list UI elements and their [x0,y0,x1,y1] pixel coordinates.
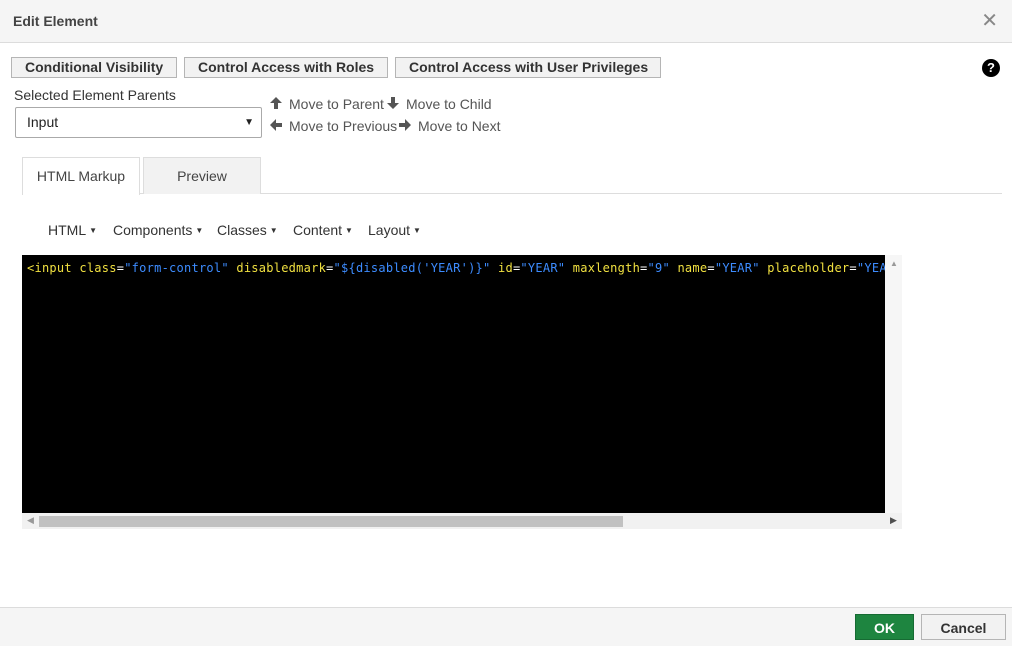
horizontal-scrollbar[interactable]: ◀ ▶ [22,513,902,529]
parent-select-value: Input [27,114,59,130]
scroll-left-icon[interactable]: ◀ [27,515,34,526]
caret-down-icon: ▼ [269,226,278,235]
code-line: <input class="form-control" disabledmark… [27,261,885,275]
code-tag: <input [27,261,72,275]
menu-layout[interactable]: Layout ▼ [368,222,421,238]
code-attr-value: "YEAR" [714,261,760,275]
menu-layout-label: Layout [368,222,411,238]
move-to-child-label: Move to Child [406,96,492,112]
code-attr-value: "9" [647,261,670,275]
code-attr-name: maxlength [572,261,641,275]
caret-down-icon: ▼ [413,226,421,235]
chevron-down-icon: ▼ [244,117,254,128]
arrow-down-icon [387,97,399,109]
ok-button[interactable]: OK [855,614,914,640]
code-attr-value: "YEAR" [520,261,566,275]
move-to-next-label: Move to Next [418,118,501,134]
menu-classes[interactable]: Classes ▼ [217,222,278,238]
move-to-parent-link[interactable]: Move to Parent [269,96,384,112]
code-attr-name: name [677,261,708,275]
code-attr-value: "YEAR" [856,261,885,275]
move-to-previous-label: Move to Previous [289,118,398,134]
menu-content[interactable]: Content ▼ [293,222,353,238]
scroll-right-icon[interactable]: ▶ [890,515,897,526]
help-icon[interactable]: ? [982,59,1000,77]
tab-preview[interactable]: Preview [143,157,261,194]
menu-html-label: HTML [48,222,87,238]
menu-html[interactable]: HTML ▼ [48,222,97,238]
code-attr-value: "form-control" [124,261,229,275]
tab-html-markup[interactable]: HTML Markup [22,157,140,195]
code-attr-name: disabledmark [236,261,327,275]
parent-select[interactable]: Input ▼ [15,107,262,138]
code-attr-name: id [497,261,513,275]
control-access-roles-button[interactable]: Control Access with Roles [184,57,388,78]
move-to-child-link[interactable]: Move to Child [386,96,492,112]
code-attr-value: "${disabled('YEAR')}" [333,261,491,275]
dialog-title: Edit Element [13,13,98,29]
menu-content-label: Content [293,222,343,238]
scroll-up-icon[interactable]: ▲ [890,259,898,268]
conditional-visibility-button[interactable]: Conditional Visibility [11,57,177,78]
scrollbar-thumb[interactable] [39,516,623,527]
caret-down-icon: ▼ [195,226,204,235]
code-editor[interactable]: <input class="form-control" disabledmark… [22,255,885,513]
vertical-scrollbar[interactable]: ▲ [885,255,902,513]
code-attr-name: placeholder [767,261,850,275]
control-access-privileges-button[interactable]: Control Access with User Privileges [395,57,661,78]
arrow-left-icon [270,119,282,131]
arrow-right-icon [399,119,411,131]
move-to-parent-label: Move to Parent [289,96,384,112]
close-icon[interactable]: ✕ [981,11,998,31]
code-attr-name: class [79,261,117,275]
menu-components[interactable]: Components ▼ [113,222,203,238]
parents-label: Selected Element Parents [14,87,176,103]
move-to-previous-link[interactable]: Move to Previous [269,118,397,134]
move-to-next-link[interactable]: Move to Next [398,118,500,134]
cancel-button[interactable]: Cancel [921,614,1006,640]
caret-down-icon: ▼ [89,226,98,235]
arrow-up-icon [270,97,282,109]
dialog-header: Edit Element ✕ [0,0,1012,43]
menu-components-label: Components [113,222,193,238]
caret-down-icon: ▼ [345,226,353,235]
menu-classes-label: Classes [217,222,267,238]
